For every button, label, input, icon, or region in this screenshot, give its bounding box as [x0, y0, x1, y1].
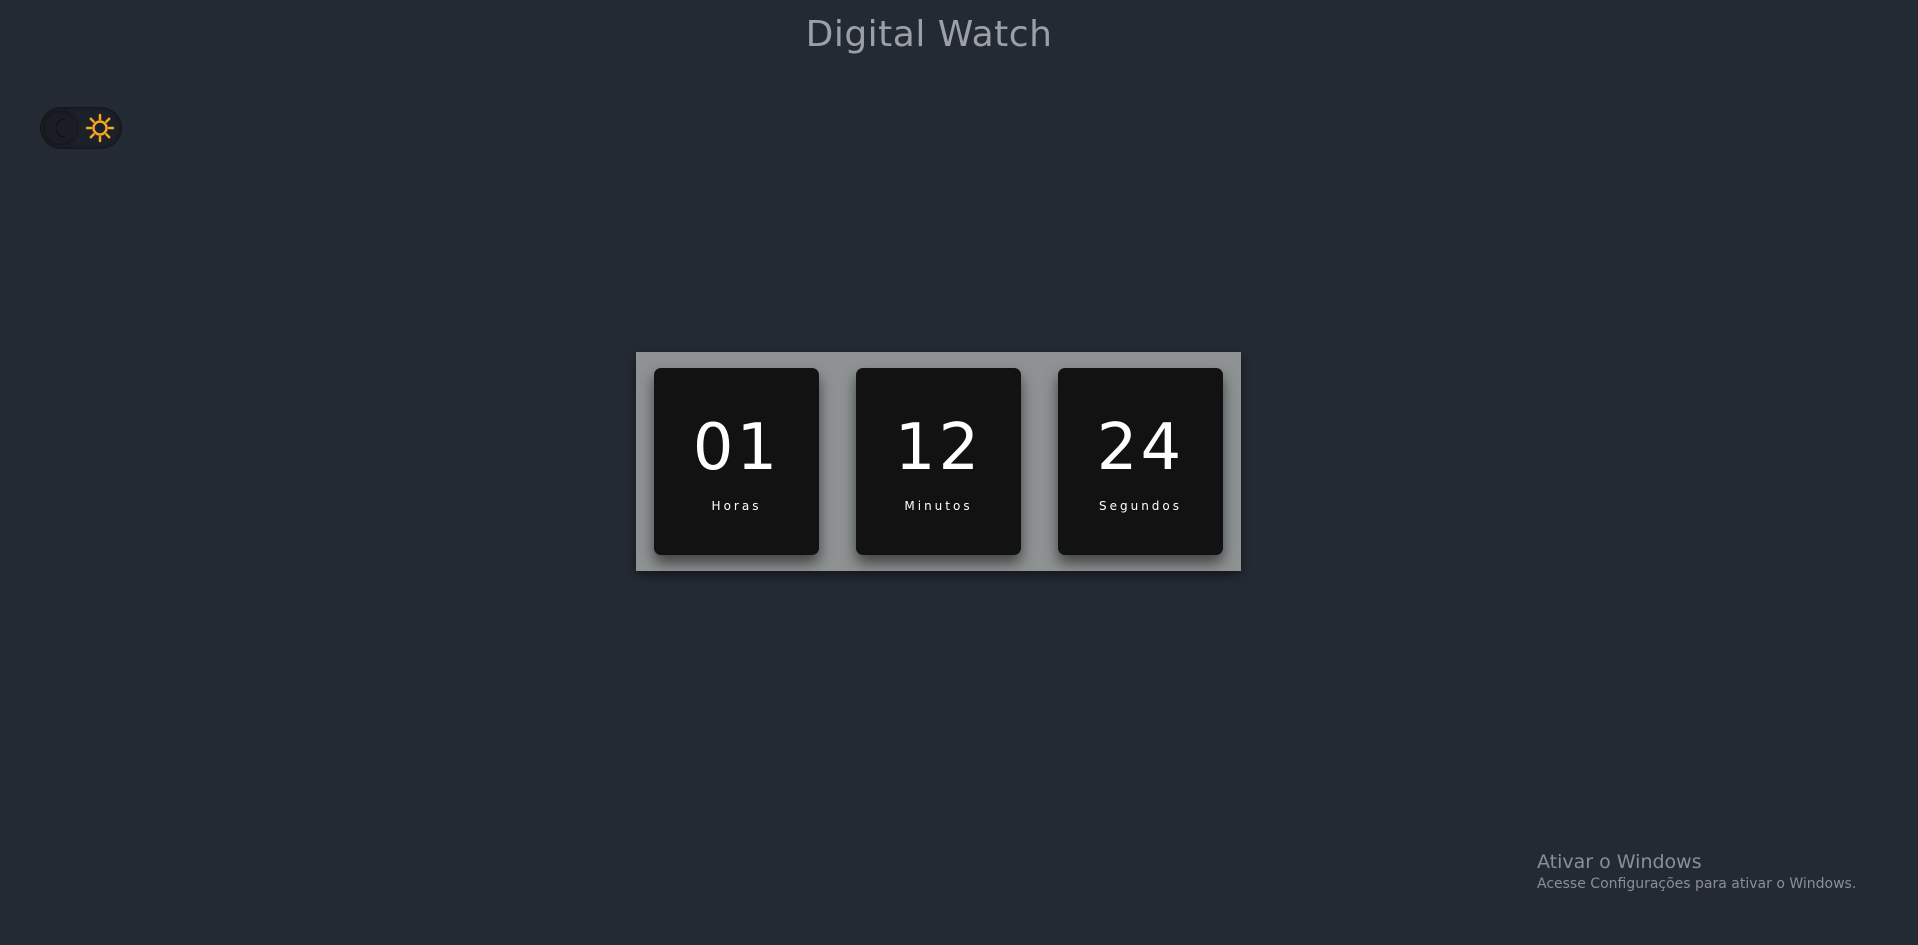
theme-toggle[interactable]	[40, 107, 122, 149]
moon-icon	[52, 117, 72, 143]
sun-icon	[85, 113, 115, 147]
seconds-value: 24	[1096, 411, 1185, 485]
digital-watch-page: Digital Watch 01 Horas 12 Minutos 24 Seg…	[0, 0, 1918, 945]
minutes-label: Minutos	[904, 499, 973, 513]
hours-card: 01 Horas	[654, 368, 819, 555]
minutes-value: 12	[894, 411, 983, 485]
seconds-label: Segundos	[1098, 499, 1183, 513]
hours-value: 01	[692, 411, 781, 485]
seconds-card: 24 Segundos	[1058, 368, 1223, 555]
hours-label: Horas	[711, 499, 762, 513]
windows-activation-watermark: Ativar o Windows Acesse Configurações pa…	[1537, 850, 1856, 894]
minutes-card: 12 Minutos	[856, 368, 1021, 555]
watermark-subtitle: Acesse Configurações para ativar o Windo…	[1537, 876, 1857, 892]
clock-panel: 01 Horas 12 Minutos 24 Segundos	[636, 352, 1241, 571]
watermark-title: Ativar o Windows	[1537, 851, 1702, 873]
page-title: Digital Watch	[805, 14, 1053, 55]
